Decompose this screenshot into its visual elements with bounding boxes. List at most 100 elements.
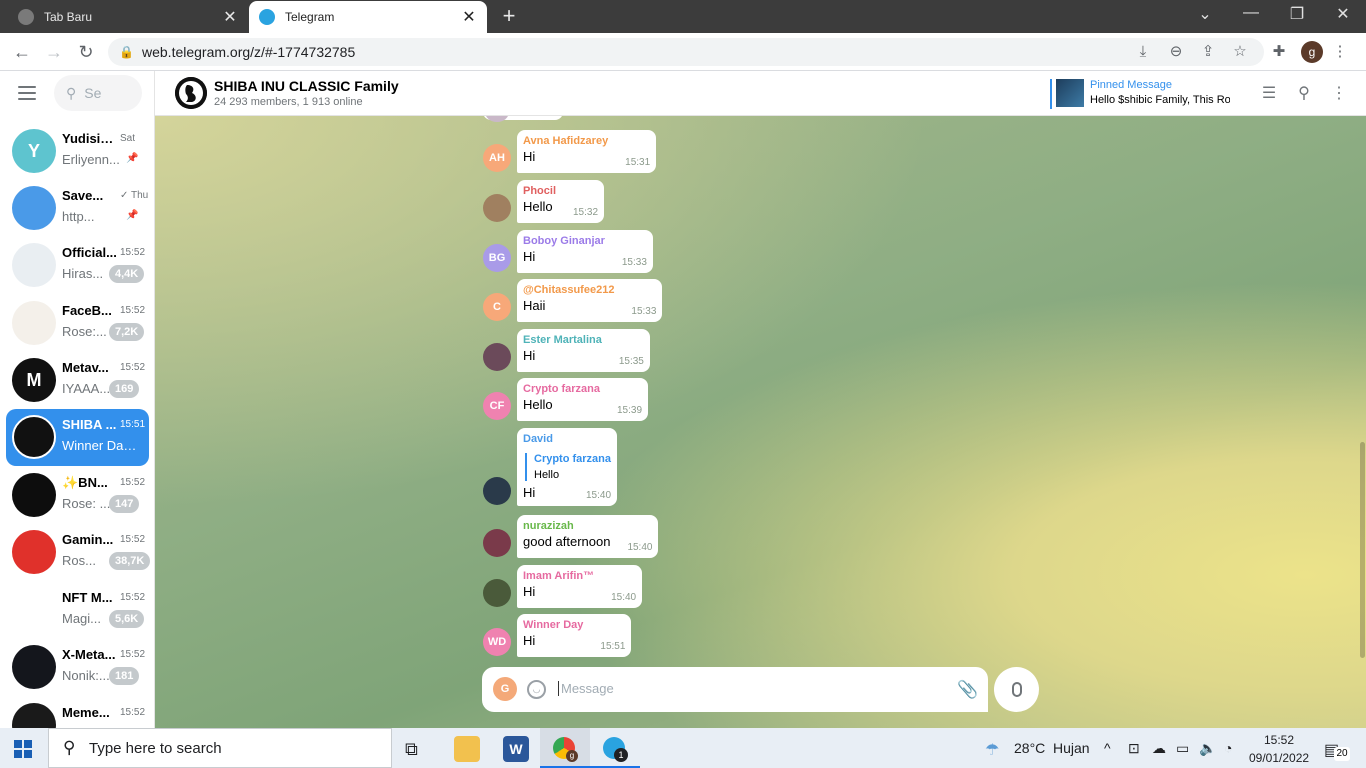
tab-search-icon[interactable]: ⌄ <box>1190 4 1220 24</box>
message-sender[interactable]: nurazizah <box>523 520 610 532</box>
sender-avatar[interactable] <box>483 529 511 557</box>
task-view-icon[interactable]: ⧉ <box>405 739 418 760</box>
pinned-list-icon[interactable]: ☰ <box>1257 83 1281 105</box>
telegram-taskbar-item[interactable]: 1 <box>590 728 640 768</box>
sender-avatar[interactable]: CF <box>483 392 511 420</box>
chat-list-item[interactable]: Save... ✓ Thu http... 📌 <box>6 180 149 237</box>
volume-icon[interactable]: 🔈 <box>1199 740 1216 757</box>
minimize-icon[interactable]: — <box>1236 4 1266 22</box>
message-bubble[interactable]: Crypto farzana Hello 15:39 <box>517 378 649 421</box>
chat-scrollbar[interactable] <box>1360 442 1365 658</box>
message-bubble[interactable]: Ester Martalina Hi 15:35 <box>517 329 650 372</box>
new-tab-icon[interactable]: + <box>498 5 520 27</box>
message-sender[interactable]: Phocil <box>523 185 556 197</box>
chevron-up-icon[interactable]: ^ <box>1104 740 1111 756</box>
pinned-label[interactable]: Pinned Message <box>1090 79 1172 91</box>
sender-avatar[interactable] <box>483 477 511 505</box>
reload-icon[interactable]: ↻ <box>76 42 96 62</box>
chat-header[interactable]: SHIBA INU CLASSIC Family 24 293 members,… <box>155 71 1366 116</box>
search-icon[interactable]: ⚲ <box>1292 83 1316 105</box>
back-icon[interactable]: ← <box>12 42 32 62</box>
message-bubble[interactable]: @Chitassufee212 Haii 15:33 <box>517 279 663 322</box>
chat-list-item[interactable]: Official... 15:52 Hiras... 4,4K <box>6 237 149 294</box>
chat-list-item[interactable]: Gamin... 15:52 Ros... 38,7K <box>6 524 151 581</box>
word-icon[interactable]: W <box>503 736 529 762</box>
group-avatar[interactable] <box>175 77 207 109</box>
sender-avatar[interactable]: BG <box>483 244 511 272</box>
weather-text[interactable]: Hujan <box>1053 740 1090 756</box>
sender-avatar[interactable] <box>483 579 511 607</box>
weather-icon[interactable]: ☂ <box>985 740 999 760</box>
message-bubble[interactable]: David Crypto farzana Hello Hi 15:40 <box>517 428 618 506</box>
sender-avatar[interactable]: WD <box>483 628 511 656</box>
message-sender[interactable]: David <box>523 433 611 445</box>
meet-now-icon[interactable]: ⊡ <box>1128 740 1140 757</box>
browser-menu-icon[interactable]: ⋮ <box>1330 42 1350 62</box>
chat-list-item[interactable]: ✨BN... 15:52 Rose: ... 147 <box>6 467 149 524</box>
message-time: 15:35 <box>618 356 644 367</box>
sender-avatar[interactable] <box>483 194 511 222</box>
clock-time[interactable]: 15:52 <box>1264 733 1294 747</box>
message-sender[interactable]: Avna Hafidzarey <box>523 135 608 147</box>
restore-icon[interactable]: ❐ <box>1282 4 1312 24</box>
download-icon[interactable]: ⤓ <box>1133 42 1153 62</box>
message-sender[interactable]: Imam Arifin™ <box>523 570 594 582</box>
message-text: Hello <box>523 199 553 214</box>
chat-list-item[interactable]: NFT M... 15:52 Magi... 5,6K <box>6 582 149 639</box>
forward-icon[interactable]: → <box>44 42 64 62</box>
message-bubble[interactable]: Winner Day Hi 15:51 <box>517 614 632 657</box>
message-bubble[interactable]: Avna Hafidzarey Hi 15:31 <box>517 130 657 173</box>
star-icon[interactable]: ☆ <box>1230 42 1250 62</box>
emoji-icon[interactable]: ◡ <box>527 680 546 699</box>
sender-avatar[interactable] <box>483 343 511 371</box>
sender-avatar[interactable]: C <box>483 293 511 321</box>
tab-close-icon[interactable]: ✕ <box>222 7 238 27</box>
profile-avatar[interactable]: g <box>1301 41 1323 63</box>
chat-list-item[interactable]: M Metav... 15:52 IYAAA... 169 <box>6 352 149 409</box>
message-bubble[interactable]: Boboy Ginanjar Hi 15:33 <box>517 230 653 273</box>
tab-new[interactable]: Tab Baru ✕ <box>8 0 248 33</box>
windows-start-icon[interactable] <box>14 740 32 758</box>
url-text[interactable]: web.telegram.org/z/#-1774732785 <box>142 44 355 60</box>
pinned-text[interactable]: Hello $shibic Family, This Ro... <box>1090 94 1230 106</box>
chrome-taskbar-item[interactable]: g <box>540 728 590 768</box>
chat-list-item[interactable]: Meme... 15:52 <box>6 697 149 728</box>
chat-list-item[interactable]: SHIBA ... 15:51 Winner Day:... <box>6 409 149 466</box>
message-bubble[interactable]: Phocil Hello 15:32 <box>517 180 605 223</box>
more-icon[interactable]: ⋮ <box>1327 83 1351 105</box>
message-bubble[interactable]: nurazizah good afternoon 15:40 <box>517 515 659 558</box>
chat-list-item[interactable]: X-Meta... 15:52 Nonik:... 181 <box>6 639 149 696</box>
tab-telegram[interactable]: Telegram ✕ <box>249 1 487 33</box>
chat-list-item[interactable]: Y Yudisium...SatErliyenn... 📌 <box>6 123 149 180</box>
chat-time: ✓ Thu <box>120 190 149 201</box>
message-sender[interactable]: Crypto farzana <box>523 383 600 395</box>
taskbar-search-input[interactable]: ⚲ Type here to search <box>48 728 392 768</box>
weather-temp[interactable]: 28°C <box>1014 740 1045 756</box>
wifi-icon[interactable]: ◔ <box>1224 740 1232 756</box>
message-sender[interactable]: @Chitassufee212 <box>523 284 614 296</box>
share-icon[interactable]: ⇪ <box>1198 42 1218 62</box>
chat-list-item[interactable]: FaceB... 15:52 Rose:... 7,2K <box>6 295 149 352</box>
pinned-thumbnail[interactable] <box>1056 79 1084 107</box>
message-bubble[interactable]: Imam Arifin™ Hi 15:40 <box>517 565 643 608</box>
extensions-icon[interactable]: ✚ <box>1269 42 1289 62</box>
send-as-avatar[interactable]: G <box>493 677 517 701</box>
window-close-icon[interactable]: ✕ <box>1328 4 1358 24</box>
chat-search-input[interactable]: ⚲ Se <box>54 75 142 111</box>
attach-icon[interactable]: 📎 <box>957 680 978 700</box>
clock-date[interactable]: 09/01/2022 <box>1249 751 1309 765</box>
battery-icon[interactable]: ▭ <box>1176 740 1189 757</box>
message-sender[interactable]: Winner Day <box>523 619 583 631</box>
message-input[interactable]: Message <box>558 681 614 696</box>
file-explorer-icon[interactable] <box>454 736 480 762</box>
onedrive-icon[interactable]: ☁ <box>1152 740 1166 757</box>
lock-icon[interactable]: 🔒 <box>119 45 134 59</box>
reply-quote[interactable]: Crypto farzana Hello <box>525 453 611 481</box>
zoom-icon[interactable]: ⊖ <box>1166 42 1186 62</box>
hamburger-menu-icon[interactable] <box>18 86 36 100</box>
sender-avatar[interactable]: AH <box>483 144 511 172</box>
message-sender[interactable]: Ester Martalina <box>523 334 602 346</box>
voice-record-button[interactable] <box>994 667 1039 712</box>
tab-close-icon[interactable]: ✕ <box>461 7 477 27</box>
message-sender[interactable]: Boboy Ginanjar <box>523 235 605 247</box>
